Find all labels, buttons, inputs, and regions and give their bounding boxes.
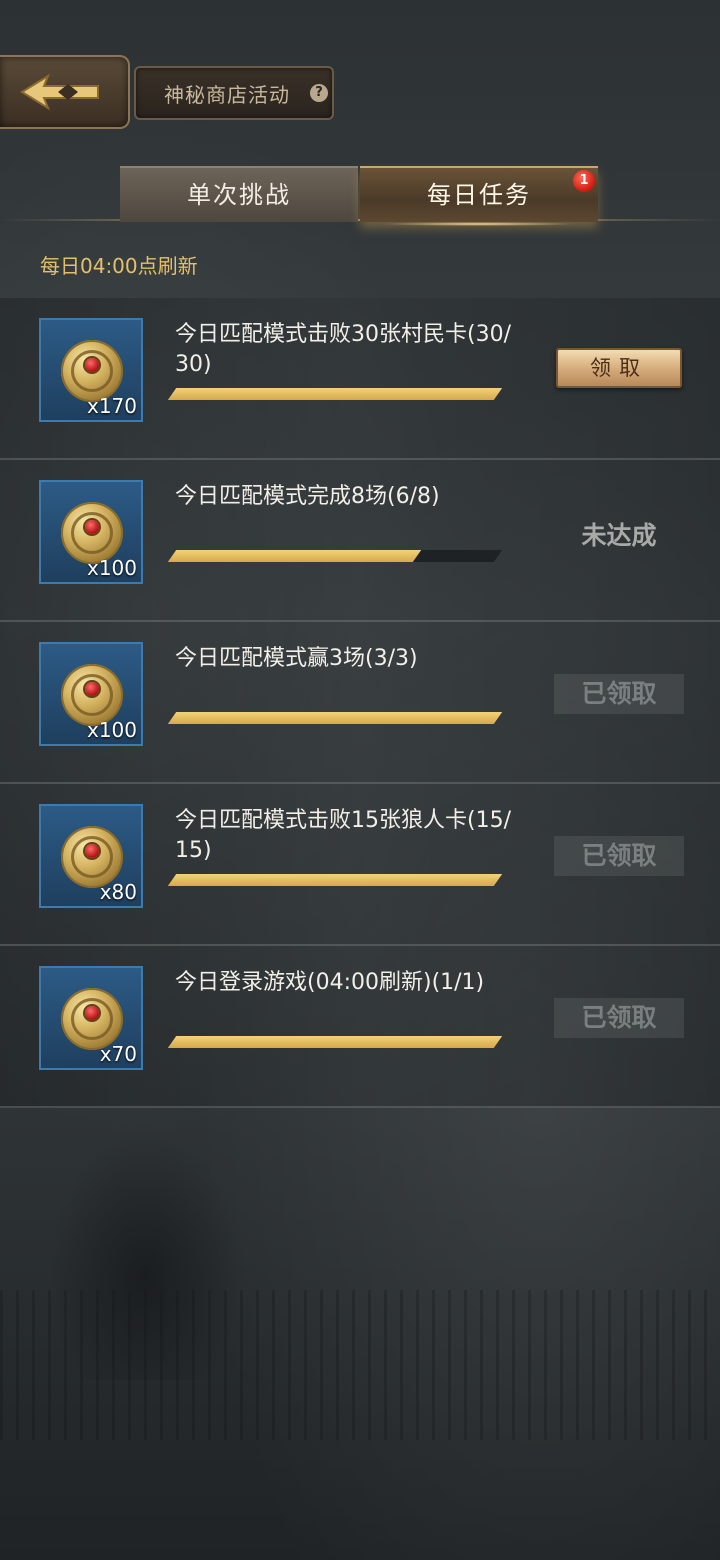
coin-icon [61, 502, 123, 564]
progress-bar [167, 874, 503, 886]
status-claimed: 已领取 [554, 998, 684, 1038]
progress-fill [167, 712, 503, 724]
reward-item[interactable]: x170 [39, 318, 143, 422]
coin-icon [61, 664, 123, 726]
progress-fill [167, 874, 503, 886]
reward-quantity: x70 [99, 1042, 137, 1066]
arrow-left-icon [20, 73, 99, 111]
progress-bar [167, 712, 503, 724]
task-description: 今日匹配模式击败15张狼人卡(15/15) [175, 808, 511, 863]
task-list: x170 今日匹配模式击败30张村民卡(30/30) 领取 x100 今日匹配模… [0, 298, 720, 1108]
background-fence [0, 1290, 720, 1440]
task-row: x70 今日登录游戏(04:00刷新)(1/1) 已领取 [0, 946, 720, 1108]
task-row: x100 今日匹配模式完成8场(6/8) 未达成 [0, 460, 720, 622]
help-icon[interactable]: ? [310, 84, 328, 102]
title-plate: 神秘商店活动 ? [134, 66, 334, 120]
reward-item[interactable]: x100 [39, 480, 143, 584]
task-row: x100 今日匹配模式赢3场(3/3) 已领取 [0, 622, 720, 784]
progress-fill [167, 550, 421, 562]
page-title: 神秘商店活动 [164, 83, 290, 107]
status-claimed: 已领取 [554, 836, 684, 876]
reward-quantity: x80 [99, 880, 137, 904]
status-incomplete: 未达成 [581, 521, 657, 550]
progress-bar [167, 550, 503, 562]
task-row: x170 今日匹配模式击败30张村民卡(30/30) 领取 [0, 298, 720, 460]
tab-single-challenge[interactable]: 单次挑战 [120, 166, 358, 222]
progress-fill [167, 388, 503, 400]
task-description: 今日匹配模式击败30张村民卡(30/30) [175, 322, 511, 377]
coin-icon [61, 826, 123, 888]
reward-quantity: x100 [86, 718, 137, 742]
claim-button[interactable]: 领取 [556, 348, 682, 388]
reward-item[interactable]: x70 [39, 966, 143, 1070]
back-button[interactable] [0, 55, 130, 129]
coin-icon [61, 988, 123, 1050]
reward-item[interactable]: x80 [39, 804, 143, 908]
progress-bar [167, 388, 503, 400]
reward-item[interactable]: x100 [39, 642, 143, 746]
reward-quantity: x170 [86, 394, 137, 418]
tab-daily-tasks[interactable]: 每日任务 [360, 166, 598, 226]
task-description: 今日登录游戏(04:00刷新)(1/1) [175, 970, 485, 995]
notification-badge: 1 [573, 170, 595, 192]
refresh-note: 每日04:00点刷新 [40, 254, 198, 278]
reward-quantity: x100 [86, 556, 137, 580]
status-claimed: 已领取 [554, 674, 684, 714]
progress-fill [167, 1036, 503, 1048]
task-row: x80 今日匹配模式击败15张狼人卡(15/15) 已领取 [0, 784, 720, 946]
task-description: 今日匹配模式赢3场(3/3) [175, 646, 418, 671]
task-description: 今日匹配模式完成8场(6/8) [175, 484, 440, 509]
progress-bar [167, 1036, 503, 1048]
coin-icon [61, 340, 123, 402]
